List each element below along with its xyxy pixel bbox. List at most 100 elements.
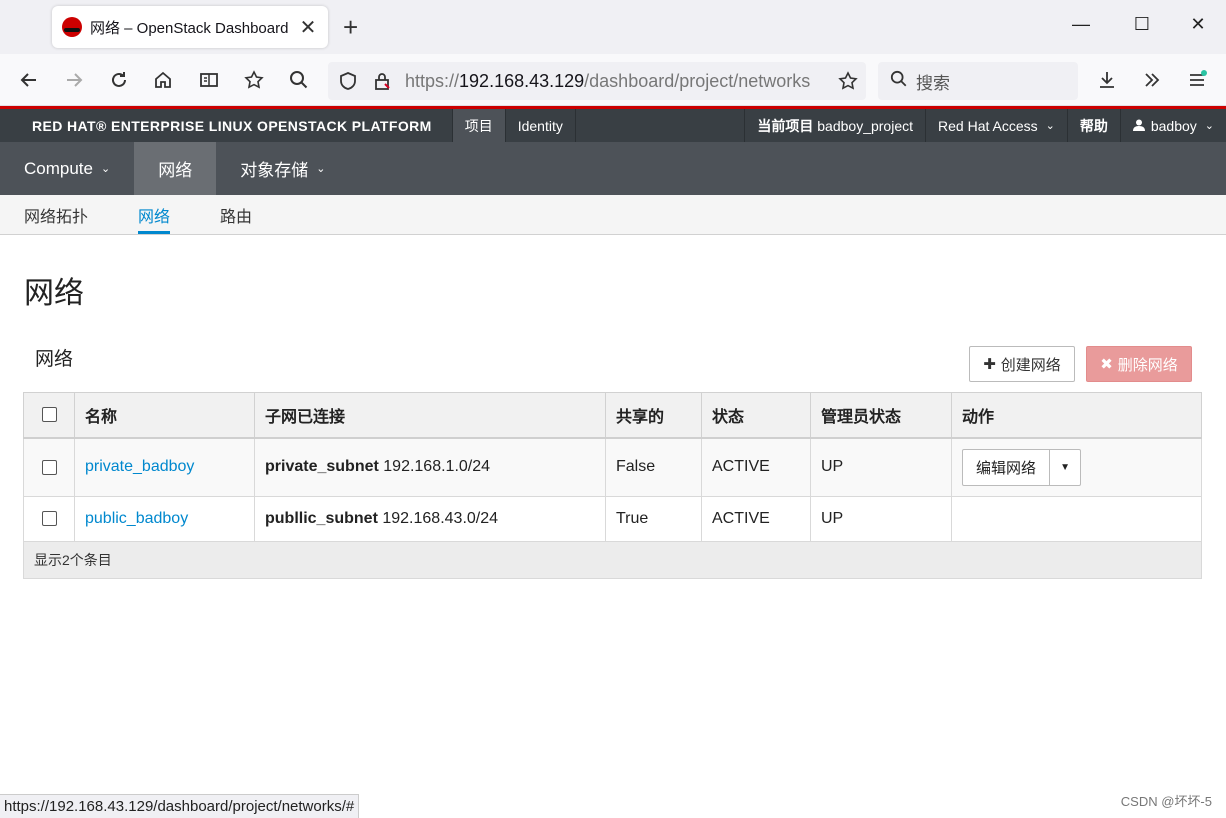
overflow-icon[interactable] <box>1138 66 1166 94</box>
browser-search-input[interactable]: 搜索 <box>878 62 1078 100</box>
row-checkbox[interactable] <box>41 511 57 527</box>
column-header-admin-state[interactable]: 管理员状态 <box>810 392 952 439</box>
help-link[interactable]: 帮助 <box>1066 109 1120 142</box>
url-scheme: https:// <box>405 70 460 91</box>
url-bar[interactable]: https://192.168.43.129/dashboard/project… <box>328 62 866 100</box>
search-icon[interactable] <box>285 66 313 94</box>
nav-item-label: 对象存储 <box>240 161 309 180</box>
column-header-shared[interactable]: 共享的 <box>605 392 702 439</box>
help-label: 帮助 <box>1079 117 1108 134</box>
current-project-value: badboy_project <box>817 117 914 134</box>
row-select-cell <box>23 496 75 542</box>
search-placeholder: 搜索 <box>916 73 950 93</box>
network-name-link[interactable]: private_badboy <box>85 458 194 475</box>
browser-navbar: https://192.168.43.129/dashboard/project… <box>0 54 1226 106</box>
chevron-down-icon: ⌄ <box>100 163 111 175</box>
edit-network-button[interactable]: 编辑网络 <box>963 449 1051 485</box>
red-hat-access-menu[interactable]: Red Hat Access ⌄ <box>925 109 1067 142</box>
brand-logo[interactable]: RED HAT® ENTERPRISE LINUX OPENSTACK PLAT… <box>32 118 432 134</box>
forward-icon[interactable] <box>60 66 88 94</box>
column-header-name[interactable]: 名称 <box>74 392 255 439</box>
shield-icon[interactable] <box>338 71 358 96</box>
secondary-nav: 网络拓扑 网络 路由 <box>0 195 1226 235</box>
current-project-label: 当前项目 <box>757 117 814 134</box>
close-tab-icon[interactable]: ✕ <box>298 15 318 40</box>
subnav-item-routers[interactable]: 路由 <box>220 195 252 234</box>
extensions-icon[interactable] <box>240 66 268 94</box>
chevron-down-icon: ⌄ <box>316 163 326 175</box>
reload-icon[interactable] <box>105 66 133 94</box>
openstack-header: RED HAT® ENTERPRISE LINUX OPENSTACK PLAT… <box>0 109 1226 142</box>
admin-state-cell: UP <box>810 496 952 542</box>
shared-cell: True <box>605 496 702 542</box>
row-checkbox[interactable] <box>41 459 57 475</box>
nav-item-compute[interactable]: Compute ⌄ <box>0 142 134 195</box>
row-action-group: 编辑网络 ▼ <box>962 448 1082 486</box>
home-icon[interactable] <box>149 66 177 94</box>
link-status-bar: https://192.168.43.129/dashboard/project… <box>0 794 360 818</box>
networks-table: 名称 子网已连接 共享的 状态 管理员状态 动作 private_badboy … <box>23 392 1202 579</box>
table-title: 网络 <box>35 349 74 370</box>
user-name: badboy <box>1150 117 1197 134</box>
browser-tab[interactable]: 网络 – OpenStack Dashboard ✕ <box>52 6 328 48</box>
item-count: 显示2个条目 <box>23 541 1202 579</box>
nav-item-network[interactable]: 网络 <box>134 142 217 195</box>
new-tab-button[interactable]: + <box>343 12 358 42</box>
tab-project[interactable]: 项目 <box>451 109 505 142</box>
menu-icon[interactable] <box>1183 66 1211 94</box>
create-network-label: 创建网络 <box>1000 356 1061 374</box>
actions-dropdown-toggle[interactable]: ▼ <box>1050 450 1080 485</box>
url-path: /dashboard/project/networks <box>584 70 811 91</box>
select-all-checkbox[interactable] <box>41 407 57 423</box>
download-icon[interactable] <box>1093 66 1121 94</box>
user-icon <box>1132 118 1145 134</box>
tab-title: 网络 – OpenStack Dashboard <box>90 19 289 37</box>
tab-identity[interactable]: Identity <box>504 109 576 142</box>
back-icon[interactable] <box>15 66 43 94</box>
shared-cell: False <box>605 437 702 497</box>
close-icon: ✖ <box>1100 356 1113 373</box>
admin-state-cell: UP <box>810 437 952 497</box>
user-menu[interactable]: badboy ⌄ <box>1119 109 1226 142</box>
delete-networks-button[interactable]: ✖ 删除网络 <box>1086 346 1192 382</box>
subnav-item-networks[interactable]: 网络 <box>138 195 171 234</box>
column-header-status[interactable]: 状态 <box>701 392 811 439</box>
search-icon <box>890 70 908 93</box>
select-all-cell <box>23 392 75 439</box>
primary-nav: Compute ⌄ 网络 对象存储 ⌄ <box>0 142 1226 195</box>
column-header-subnets[interactable]: 子网已连接 <box>254 392 606 439</box>
actions-cell <box>951 496 1202 542</box>
browser-tabstrip: 网络 – OpenStack Dashboard ✕ + — ☐ ✕ <box>0 0 1226 54</box>
lock-icon[interactable] <box>372 71 392 96</box>
redhat-favicon-icon <box>62 17 82 37</box>
window-close-icon[interactable]: ✕ <box>1183 14 1213 35</box>
plus-icon: ✚ <box>983 356 996 373</box>
network-name-link[interactable]: public_badboy <box>85 510 188 527</box>
minimize-icon[interactable]: — <box>1066 14 1096 35</box>
subnav-item-topology[interactable]: 网络拓扑 <box>24 195 88 234</box>
url-host: 192.168.43.129 <box>459 70 585 91</box>
actions-cell: 编辑网络 ▼ <box>951 437 1202 497</box>
create-network-button[interactable]: ✚ 创建网络 <box>969 346 1075 382</box>
maximize-icon[interactable]: ☐ <box>1127 14 1157 35</box>
subnet-cell: private_subnet 192.168.1.0/24 <box>254 437 606 497</box>
table-row: public_badboy publlic_subnet 192.168.43.… <box>23 496 1202 542</box>
status-cell: ACTIVE <box>701 496 811 542</box>
project-switcher[interactable]: 当前项目 badboy_project <box>744 109 925 142</box>
status-cell: ACTIVE <box>701 437 811 497</box>
column-header-actions: 动作 <box>951 392 1202 439</box>
nav-item-label: 网络 <box>158 161 193 180</box>
watermark: CSDN @坏坏-5 <box>1120 794 1212 809</box>
delete-networks-label: 删除网络 <box>1117 356 1178 374</box>
page-title: 网络 <box>24 277 84 310</box>
subnet-cidr: 192.168.43.0/24 <box>382 510 499 527</box>
url-text: https://192.168.43.129/dashboard/project… <box>405 71 823 92</box>
table-row: private_badboy private_subnet 192.168.1.… <box>23 437 1202 497</box>
subnet-name: publlic_subnet <box>265 510 378 527</box>
bookmark-star-icon[interactable] <box>838 71 858 96</box>
row-select-cell <box>23 437 75 497</box>
reader-icon[interactable] <box>195 66 223 94</box>
table-header-row: 名称 子网已连接 共享的 状态 管理员状态 动作 <box>23 392 1202 439</box>
network-name-cell: public_badboy <box>74 496 255 542</box>
nav-item-object-storage[interactable]: 对象存储 ⌄ <box>216 142 349 195</box>
